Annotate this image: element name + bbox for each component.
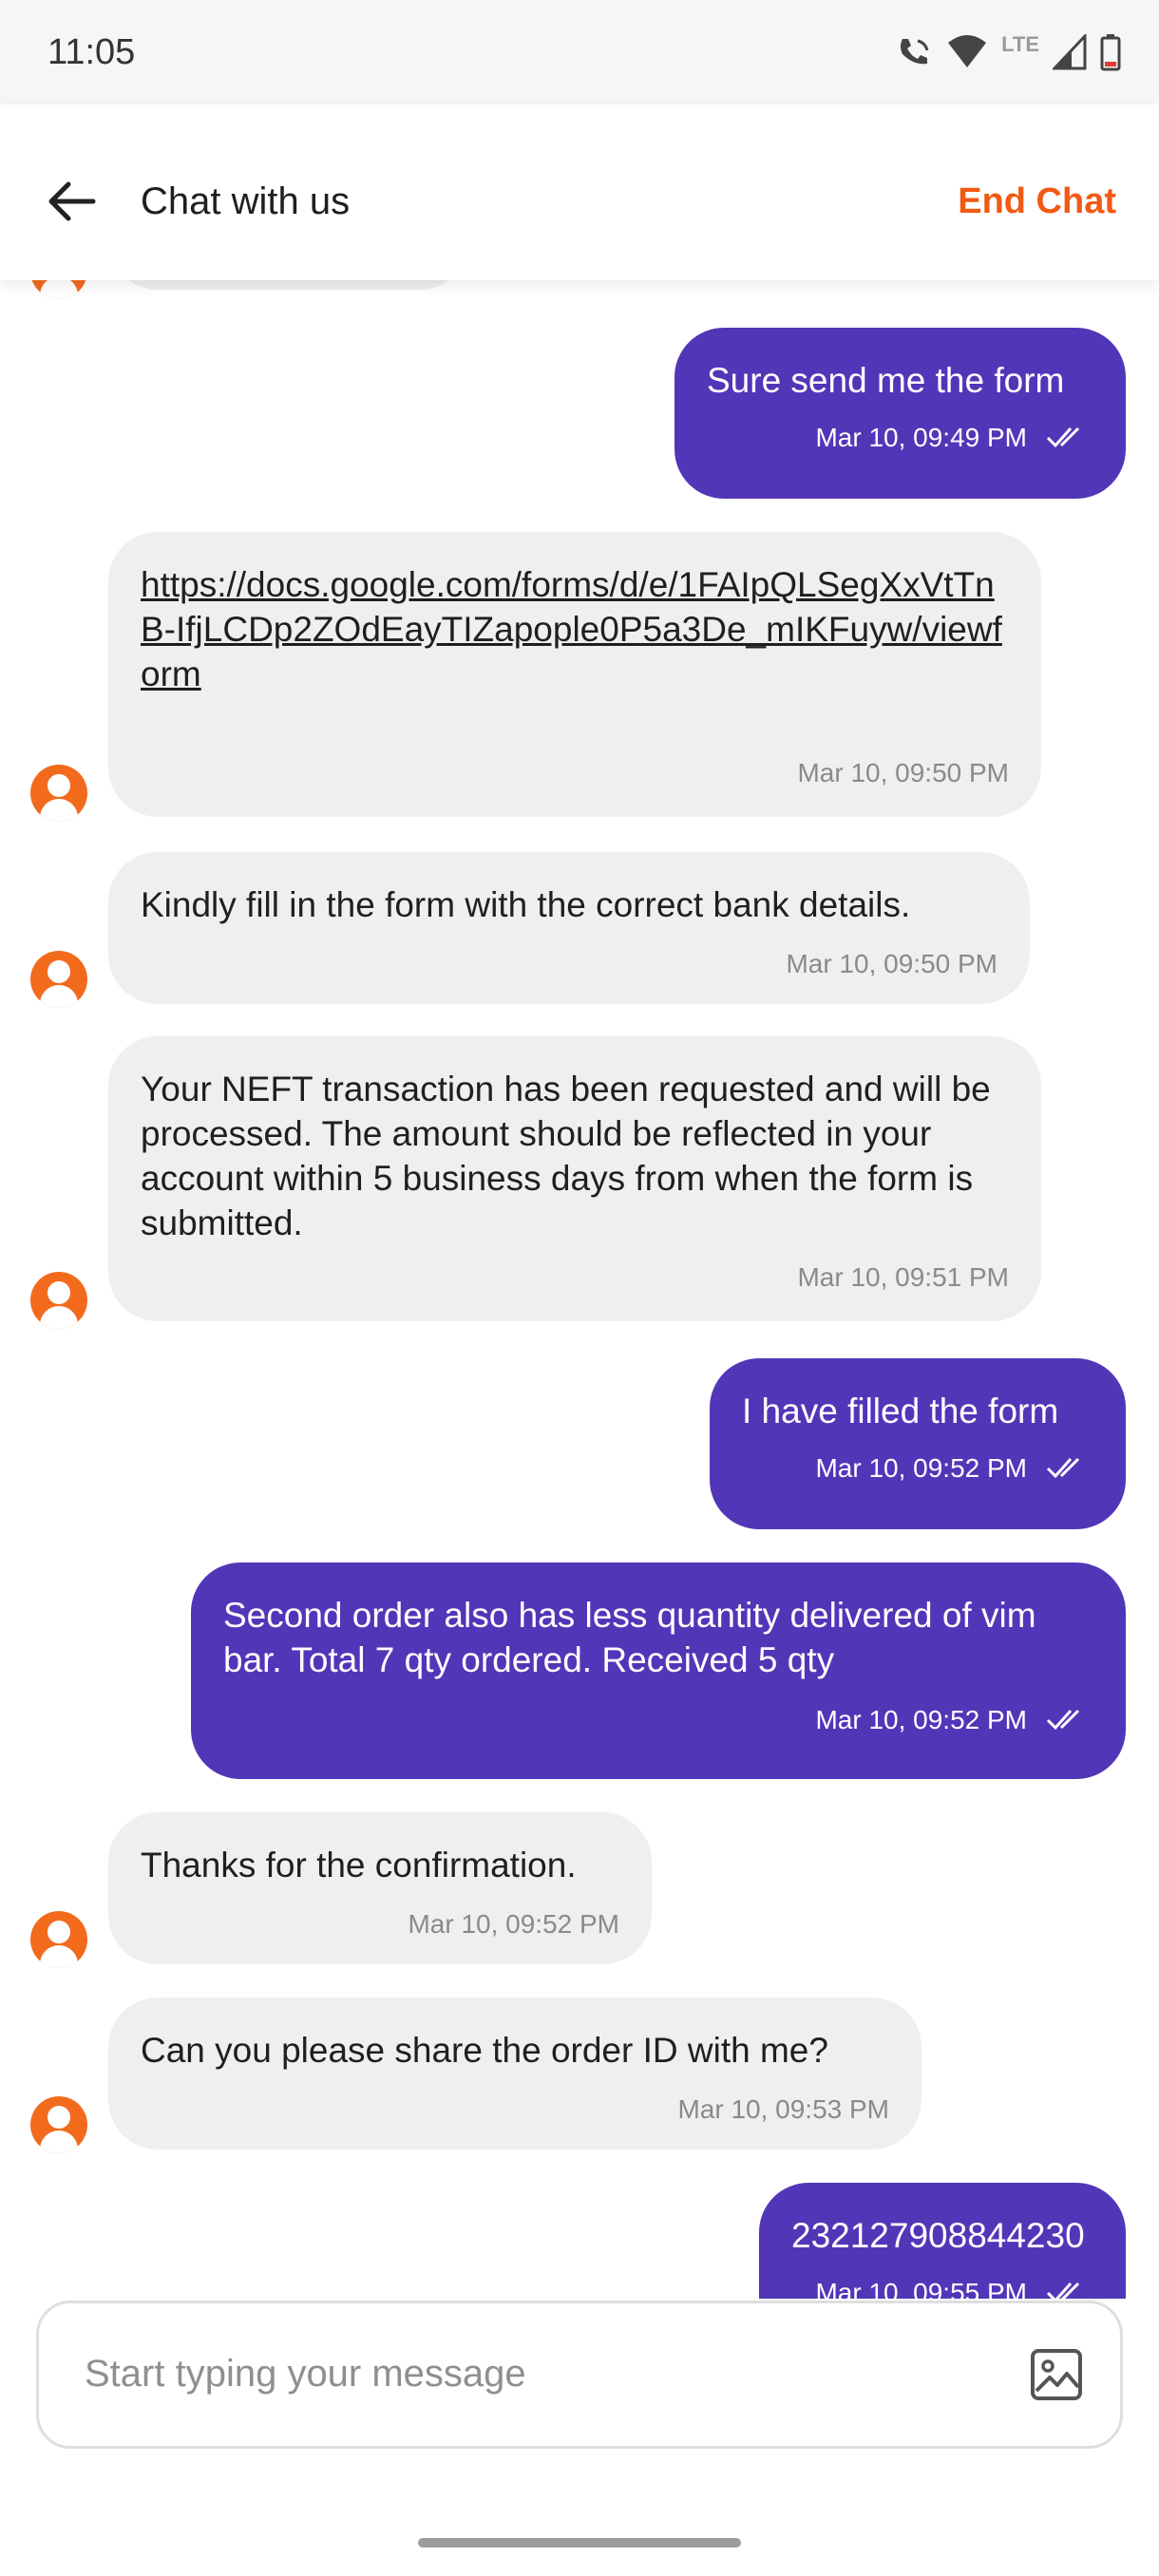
agent-avatar-icon	[30, 1911, 87, 1968]
page-title: Chat with us	[141, 180, 351, 222]
message-time: Mar 10, 09:51 PM	[797, 1262, 1009, 1292]
image-attach-icon[interactable]	[1029, 2347, 1084, 2402]
read-ticks-icon	[1046, 426, 1080, 448]
message-time: Mar 10, 09:50 PM	[797, 758, 1009, 787]
back-arrow-icon[interactable]	[42, 171, 103, 232]
message-time: Mar 10, 09:52 PM	[408, 1909, 619, 1939]
agent-avatar-icon	[30, 280, 87, 299]
read-ticks-icon	[1046, 1457, 1080, 1479]
agent-message: https://docs.google.com/forms/d/e/1FAIpQ…	[108, 532, 1041, 817]
status-icons: LTE	[895, 28, 1121, 76]
message-time: Mar 10, 09:50 PM	[786, 949, 998, 978]
signal-icon	[1053, 34, 1087, 70]
message-text: Your NEFT transaction has been requested…	[141, 1070, 991, 1242]
wifi-call-icon	[901, 39, 929, 65]
message-text: Sure send me the form	[707, 361, 1065, 400]
message-text: Kindly fill in the form with the correct…	[141, 885, 911, 924]
read-ticks-icon	[1046, 1709, 1080, 1731]
message-time: Mar 10, 09:55 PM	[815, 2278, 1027, 2299]
agent-message: Kindly fill in the form with the correct…	[108, 852, 1030, 1004]
message-text: I have filled the form	[742, 1392, 1059, 1430]
message-text: 232127908844230	[791, 2216, 1085, 2255]
previous-agent-message	[108, 280, 469, 290]
status-time: 11:05	[48, 32, 136, 72]
chat-header: Chat with us End Chat	[0, 104, 1159, 280]
home-indicator[interactable]	[418, 2538, 741, 2548]
battery-icon	[1100, 34, 1121, 71]
agent-avatar-icon	[30, 951, 87, 1008]
agent-avatar-icon	[30, 1272, 87, 1329]
user-message: I have filled the form Mar 10, 09:52 PM	[710, 1358, 1126, 1529]
message-time: Mar 10, 09:52 PM	[815, 1453, 1027, 1483]
agent-message: Your NEFT transaction has been requested…	[108, 1036, 1041, 1321]
chat-messages[interactable]: Sure send me the form Mar 10, 09:49 PM h…	[0, 280, 1159, 2299]
user-message: 232127908844230 Mar 10, 09:55 PM	[759, 2183, 1126, 2299]
message-text: Can you please share the order ID with m…	[141, 2031, 828, 2070]
message-time: Mar 10, 09:49 PM	[815, 423, 1027, 452]
network-type: LTE	[1001, 32, 1039, 56]
message-time: Mar 10, 09:52 PM	[815, 1705, 1027, 1734]
message-text: Thanks for the confirmation.	[141, 1846, 577, 1885]
end-chat-button[interactable]: End Chat	[958, 171, 1116, 232]
agent-message: Thanks for the confirmation. Mar 10, 09:…	[108, 1812, 652, 1964]
agent-avatar-icon	[30, 765, 87, 822]
agent-message: Can you please share the order ID with m…	[108, 1998, 922, 2150]
message-text: Second order also has less quantity deli…	[223, 1596, 1036, 1679]
user-message: Second order also has less quantity deli…	[191, 1563, 1126, 1779]
read-ticks-icon	[1046, 2282, 1080, 2299]
status-bar: 11:05 LTE	[0, 0, 1159, 104]
form-link[interactable]: https://docs.google.com/forms/d/e/1FAIpQ…	[141, 562, 1009, 696]
message-time: Mar 10, 09:53 PM	[677, 2094, 889, 2124]
message-input[interactable]: Start typing your message	[36, 2301, 1123, 2449]
user-message: Sure send me the form Mar 10, 09:49 PM	[674, 328, 1126, 499]
message-input-placeholder: Start typing your message	[85, 2353, 526, 2395]
wifi-icon	[948, 35, 987, 67]
agent-avatar-icon	[30, 2096, 87, 2153]
